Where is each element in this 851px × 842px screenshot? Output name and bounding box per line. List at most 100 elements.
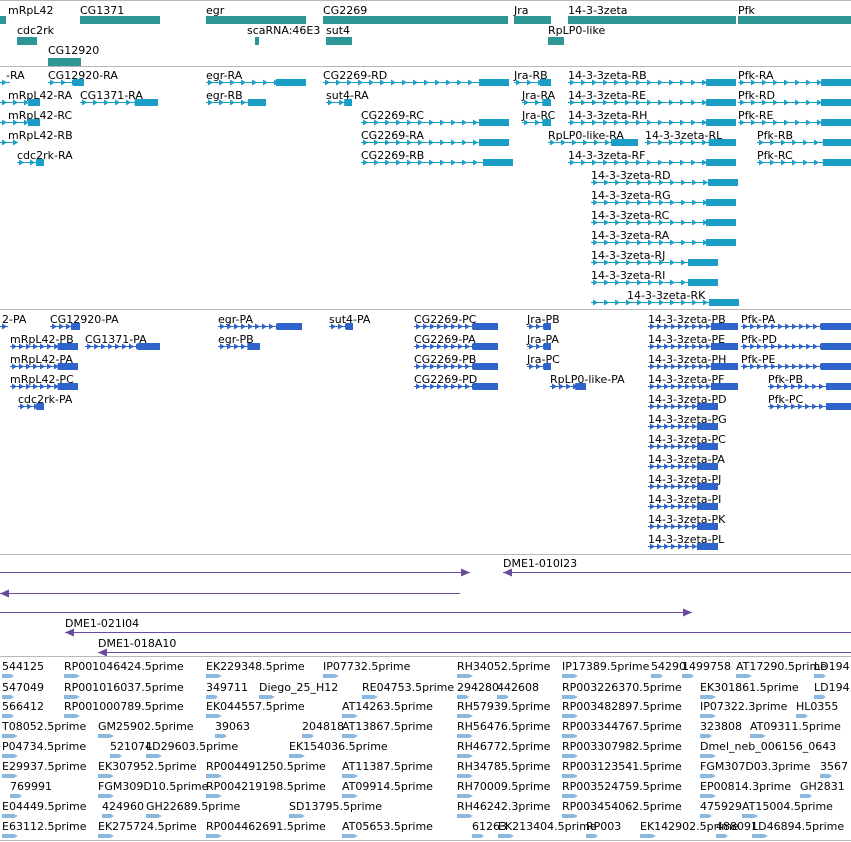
est-feature[interactable] — [700, 774, 716, 778]
est-feature[interactable] — [700, 754, 716, 758]
est-label[interactable]: AT09311.5prime — [750, 720, 841, 733]
est-label[interactable]: 544125 — [2, 660, 44, 673]
transcript-model[interactable] — [522, 119, 551, 126]
transcript-model[interactable] — [326, 99, 352, 106]
est-feature[interactable] — [562, 734, 578, 738]
transcript-model[interactable] — [522, 99, 551, 106]
gene-bar[interactable] — [568, 16, 736, 24]
protein-model[interactable] — [10, 343, 78, 350]
est-label[interactable]: RH34785.5prime — [457, 760, 550, 773]
est-label[interactable]: RP003226370.5prime — [562, 681, 682, 694]
protein-model[interactable] — [648, 483, 718, 490]
gene-label[interactable]: RpLP0-like — [548, 24, 605, 37]
est-feature[interactable] — [64, 695, 80, 699]
est-label[interactable]: IP17389.5prime — [562, 660, 649, 673]
est-feature[interactable] — [586, 834, 598, 838]
gene-bar[interactable] — [17, 37, 37, 45]
est-feature[interactable] — [814, 674, 826, 678]
est-label[interactable]: RP003123541.5prime — [562, 760, 682, 773]
est-label[interactable]: LD46894.5prime — [752, 820, 844, 833]
gene-bar[interactable] — [738, 16, 851, 24]
est-label[interactable]: EK213404.5prime — [498, 820, 597, 833]
est-feature[interactable] — [102, 814, 114, 818]
transcript-model[interactable] — [514, 79, 551, 86]
est-feature[interactable] — [736, 674, 752, 678]
gene-bar[interactable] — [48, 58, 81, 66]
transcript-model[interactable] — [591, 299, 739, 306]
est-label[interactable]: 547049 — [2, 681, 44, 694]
est-label[interactable]: GH22689.5prime — [146, 800, 240, 813]
protein-model[interactable] — [550, 383, 586, 390]
est-label[interactable]: Diego_25_H12 — [259, 681, 338, 694]
est-feature[interactable] — [498, 834, 514, 838]
est-feature[interactable] — [362, 695, 378, 699]
gene-bar[interactable] — [514, 16, 551, 24]
est-label[interactable]: 349711 — [206, 681, 248, 694]
est-feature[interactable] — [302, 734, 314, 738]
transcript-model[interactable] — [591, 259, 718, 266]
est-feature[interactable] — [562, 714, 578, 718]
est-feature[interactable] — [2, 714, 14, 718]
est-label[interactable]: EK229348.5prime — [206, 660, 305, 673]
est-label[interactable]: RH46772.5prime — [457, 740, 550, 753]
est-feature[interactable] — [497, 695, 509, 699]
est-feature[interactable] — [700, 695, 716, 699]
est-feature[interactable] — [98, 774, 114, 778]
est-feature[interactable] — [457, 814, 473, 818]
est-feature[interactable] — [562, 754, 578, 758]
est-label[interactable]: E04449.5prime — [2, 800, 86, 813]
est-feature[interactable] — [206, 794, 222, 798]
est-feature[interactable] — [2, 754, 18, 758]
est-label[interactable]: AT13867.5prime — [342, 720, 433, 733]
protein-model[interactable] — [648, 503, 718, 510]
gene-label[interactable]: cdc2rk — [17, 24, 54, 37]
est-label[interactable]: 442608 — [497, 681, 539, 694]
est-label[interactable]: AT09914.5prime — [342, 780, 433, 793]
est-feature[interactable] — [700, 814, 712, 818]
est-feature[interactable] — [110, 754, 122, 758]
transcript-model[interactable] — [206, 79, 306, 86]
est-feature[interactable] — [562, 794, 578, 798]
protein-model[interactable] — [648, 323, 738, 330]
est-label[interactable]: LD194 — [814, 660, 850, 673]
est-feature[interactable] — [342, 774, 358, 778]
protein-model[interactable] — [527, 323, 551, 330]
est-label[interactable]: RP003 — [586, 820, 621, 833]
protein-model[interactable] — [527, 343, 551, 350]
protein-model[interactable] — [741, 343, 851, 350]
est-label[interactable]: RH70009.5prime — [457, 780, 550, 793]
est-label[interactable]: 204818 — [302, 720, 344, 733]
est-feature[interactable] — [472, 834, 484, 838]
est-feature[interactable] — [716, 834, 728, 838]
transcript-model[interactable] — [738, 79, 851, 86]
est-feature[interactable] — [2, 814, 18, 818]
transcript-model[interactable] — [48, 79, 84, 86]
protein-model[interactable] — [768, 403, 851, 410]
est-feature[interactable] — [700, 794, 716, 798]
est-feature[interactable] — [146, 814, 162, 818]
est-feature[interactable] — [742, 814, 758, 818]
transcript-model[interactable] — [80, 99, 158, 106]
est-label[interactable]: 566412 — [2, 700, 44, 713]
transcript-model[interactable] — [568, 99, 736, 106]
protein-model[interactable] — [18, 403, 44, 410]
transcript-model[interactable] — [361, 119, 509, 126]
est-label[interactable]: 1499758 — [682, 660, 731, 673]
gene-label[interactable]: mRpL42 — [8, 4, 53, 17]
est-feature[interactable] — [750, 734, 766, 738]
est-label[interactable]: RP001016037.5prime — [64, 681, 184, 694]
est-feature[interactable] — [2, 695, 14, 699]
est-label[interactable]: AT05653.5prime — [342, 820, 433, 833]
protein-model[interactable] — [648, 363, 738, 370]
protein-model[interactable] — [414, 343, 498, 350]
est-label[interactable]: 39063 — [215, 720, 250, 733]
est-feature[interactable] — [562, 674, 578, 678]
est-feature[interactable] — [206, 834, 222, 838]
est-feature[interactable] — [640, 834, 656, 838]
est-label[interactable]: RP003482897.5prime — [562, 700, 682, 713]
est-label[interactable]: FGM307D03.3prime — [700, 760, 810, 773]
est-feature[interactable] — [562, 695, 578, 699]
clone-arrow[interactable] — [503, 568, 851, 577]
protein-model[interactable] — [218, 343, 260, 350]
transcript-model[interactable] — [548, 139, 638, 146]
